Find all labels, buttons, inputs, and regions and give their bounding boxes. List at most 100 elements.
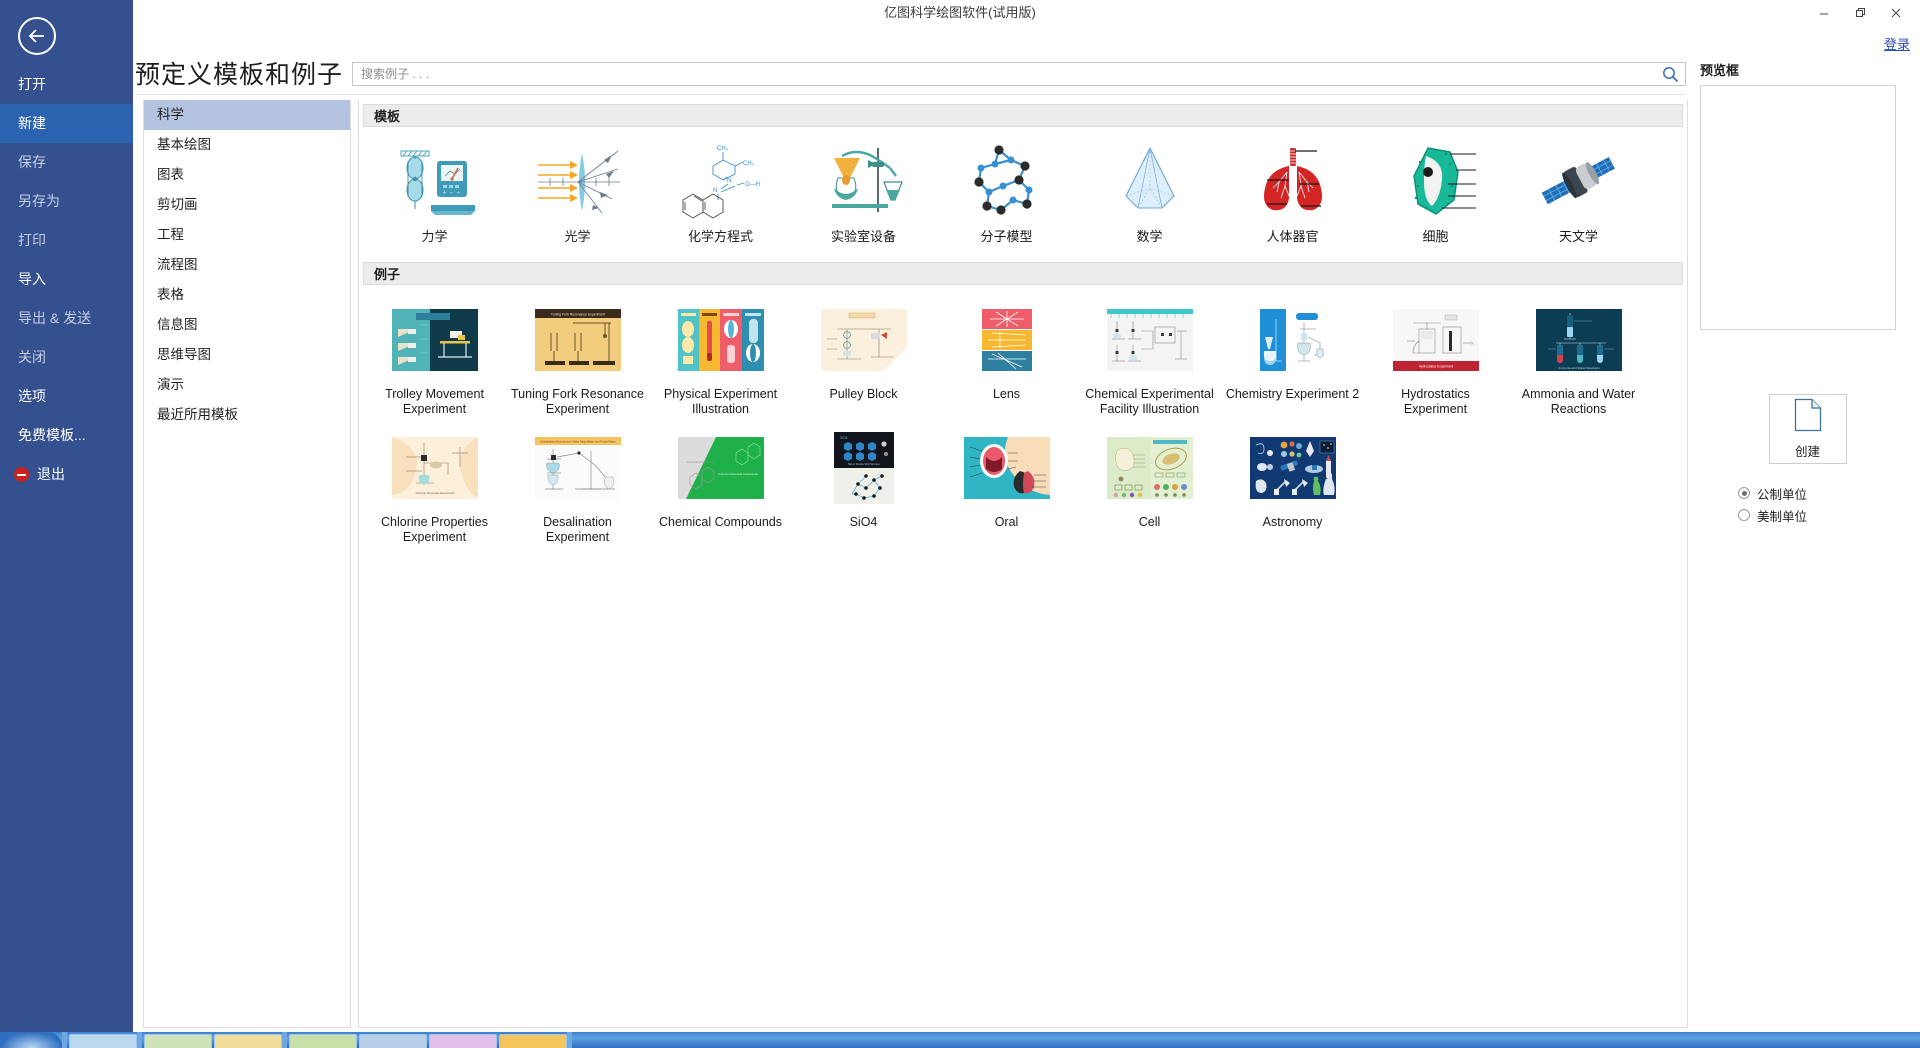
unit-radio-metric[interactable]: 公制单位 xyxy=(1738,482,1915,504)
example-tile-chlorine-properties[interactable]: Chlorine Properties Experiment Chlorine … xyxy=(363,427,506,545)
svg-text:Ammonia and Water Reactions: Ammonia and Water Reactions xyxy=(1558,366,1600,370)
preview-panel: 预览框 创建 公制单位 美制单位 xyxy=(1700,60,1915,526)
example-tile-pulley-block[interactable]: Pulley Block xyxy=(792,299,935,417)
sidebar-item-options[interactable]: 选项 xyxy=(0,377,133,416)
category-item-presentation[interactable]: 演示 xyxy=(144,370,350,400)
example-tile-label: Tuning Fork Resonance Experiment xyxy=(511,387,644,416)
template-tile-chemical-formula[interactable]: CH₃ CH₃ NN O—H 化学方程式 xyxy=(649,141,792,244)
template-tile-label: 分子模型 xyxy=(980,229,1033,244)
taskbar-separator xyxy=(567,1032,572,1048)
astronomy-satellite-icon xyxy=(1529,141,1629,223)
svg-text:SiO4: SiO4 xyxy=(840,436,848,440)
templates-grid: + − ÷ 力学 光学 CH₃ CH₃ N N O—H 化学方程式 实验室设备 … xyxy=(359,127,1687,252)
login-link[interactable]: 登录 xyxy=(1884,34,1910,53)
example-tile-label: Chemical Compounds xyxy=(659,515,782,529)
start-button[interactable] xyxy=(0,1032,62,1048)
sidebar-item-open[interactable]: 打开 xyxy=(0,65,133,104)
search-input[interactable] xyxy=(353,63,1653,85)
example-tile-astronomy-example[interactable]: Astronomy xyxy=(1221,427,1364,545)
svg-text:Silicon Dioxide SiO4 Structure: Silicon Dioxide SiO4 Structure xyxy=(847,463,880,466)
example-tile-chemical-facility[interactable]: Chemical Experimental Facility Illustrat… xyxy=(1078,299,1221,417)
sidebar-item-free-templates[interactable]: 免费模板... xyxy=(0,416,133,455)
example-tile-label: Physical Experiment Illustration xyxy=(663,387,778,416)
cell-thumb xyxy=(1100,427,1200,509)
template-tile-label: 化学方程式 xyxy=(687,229,753,244)
template-tile-label: 细胞 xyxy=(1422,229,1449,244)
taskbar-item[interactable] xyxy=(359,1034,427,1048)
example-tile-desalination[interactable]: Desalination Experiment: Make Salty Wate… xyxy=(506,427,649,545)
example-tile-label: Oral xyxy=(994,515,1019,529)
example-tile-lens[interactable]: Lens xyxy=(935,299,1078,417)
templates-section-header: 模板 xyxy=(363,104,1683,127)
category-item-engineering[interactable]: 工程 xyxy=(144,220,350,250)
svg-text:+: + xyxy=(443,190,446,196)
example-tile-chemical-compounds[interactable]: Chemical Compounds Common Chemical Compo… xyxy=(649,427,792,545)
category-item-flowchart[interactable]: 流程图 xyxy=(144,250,350,280)
maximize-button[interactable] xyxy=(1842,1,1878,25)
taskbar-separator xyxy=(137,1032,142,1048)
sidebar-item-export-send[interactable]: 导出 & 发送 xyxy=(0,299,133,338)
desalination-thumb: Desalination Experiment: Make Salty Wate… xyxy=(528,427,628,509)
unit-radio-imperial[interactable]: 美制单位 xyxy=(1738,504,1915,526)
template-tile-human-organ[interactable]: 人体器官 xyxy=(1221,141,1364,244)
template-tile-cell[interactable]: 细胞 xyxy=(1364,141,1507,244)
lab-equipment-icon xyxy=(814,141,914,223)
template-tile-math[interactable]: 数学 xyxy=(1078,141,1221,244)
sidebar-item-save-as[interactable]: 另存为 xyxy=(0,182,133,221)
sidebar-item-exit-label: 退出 xyxy=(37,466,65,482)
template-tile-optics[interactable]: 光学 xyxy=(506,141,649,244)
example-tile-label: Chlorine Properties Experiment xyxy=(381,515,488,544)
example-tile-hydrostatics[interactable]: Hydrostatics Experiment Hydrostatics Exp… xyxy=(1364,299,1507,417)
chemistry-experiment-2-thumb xyxy=(1243,299,1343,381)
example-tile-chemistry-experiment-2[interactable]: Chemistry Experiment 2 xyxy=(1221,299,1364,417)
category-item-charts[interactable]: 图表 xyxy=(144,160,350,190)
minimize-button[interactable] xyxy=(1806,1,1842,25)
template-tile-mechanics[interactable]: + − ÷ 力学 xyxy=(363,141,506,244)
taskbar-item[interactable] xyxy=(69,1034,137,1048)
molecular-model-icon xyxy=(957,141,1057,223)
astronomy-thumb xyxy=(1243,427,1343,509)
header-divider xyxy=(135,94,1686,95)
sidebar-item-new[interactable]: 新建 xyxy=(0,104,133,143)
category-item-basic-drawing[interactable]: 基本绘图 xyxy=(144,130,350,160)
close-button[interactable] xyxy=(1878,1,1914,25)
category-item-science[interactable]: 科学 xyxy=(144,100,350,130)
category-item-recent[interactable]: 最近所用模板 xyxy=(144,400,350,430)
back-arrow-icon[interactable] xyxy=(18,17,56,55)
example-tile-sio4[interactable]: SiO4 Silicon Dioxide SiO4 Structure SiO4 xyxy=(792,427,935,545)
search-icon[interactable] xyxy=(1661,65,1680,84)
example-tile-tuning-fork[interactable]: Tuning Fork Resonance Experiment Tuning … xyxy=(506,299,649,417)
template-tile-label: 数学 xyxy=(1136,229,1163,244)
template-tile-molecular-model[interactable]: 分子模型 xyxy=(935,141,1078,244)
sio4-thumb: SiO4 Silicon Dioxide SiO4 Structure xyxy=(814,427,914,509)
taskbar-item[interactable] xyxy=(289,1034,357,1048)
sidebar-item-print[interactable]: 打印 xyxy=(0,221,133,260)
svg-text:N: N xyxy=(713,188,717,194)
example-tile-physical-experiment[interactable]: Physical Experiment Illustration xyxy=(649,299,792,417)
example-tile-label: Cell xyxy=(1138,515,1161,529)
example-tile-oral[interactable]: Oral xyxy=(935,427,1078,545)
document-page-icon xyxy=(1794,398,1822,437)
taskbar-item[interactable] xyxy=(499,1034,567,1048)
template-tile-lab-equipment[interactable]: 实验室设备 xyxy=(792,141,935,244)
example-tile-ammonia-water[interactable]: Ammonia and Water Reactions Ammonia and … xyxy=(1507,299,1650,417)
sidebar-item-import[interactable]: 导入 xyxy=(0,260,133,299)
category-item-clipart[interactable]: 剪切画 xyxy=(144,190,350,220)
svg-text:Chlorine Properties Experiment: Chlorine Properties Experiment xyxy=(415,491,454,495)
category-item-mind-map[interactable]: 思维导图 xyxy=(144,340,350,370)
taskbar-item[interactable] xyxy=(429,1034,497,1048)
taskbar-item[interactable] xyxy=(214,1034,282,1048)
template-tile-label: 光学 xyxy=(564,229,591,244)
example-tile-trolley-movement[interactable]: Trolley Movement Experiment xyxy=(363,299,506,417)
category-item-table[interactable]: 表格 xyxy=(144,280,350,310)
sidebar-item-close[interactable]: 关闭 xyxy=(0,338,133,377)
category-item-infographic[interactable]: 信息图 xyxy=(144,310,350,340)
sidebar-item-save[interactable]: 保存 xyxy=(0,143,133,182)
preview-box xyxy=(1700,85,1896,330)
taskbar-item[interactable] xyxy=(144,1034,212,1048)
example-tile-cell-example[interactable]: Cell xyxy=(1078,427,1221,545)
unit-radio-group: 公制单位 美制单位 xyxy=(1738,482,1915,526)
sidebar-item-exit[interactable]: 退出 xyxy=(0,455,133,494)
create-button[interactable]: 创建 xyxy=(1768,394,1847,464)
template-tile-astronomy[interactable]: 天文学 xyxy=(1507,141,1650,244)
